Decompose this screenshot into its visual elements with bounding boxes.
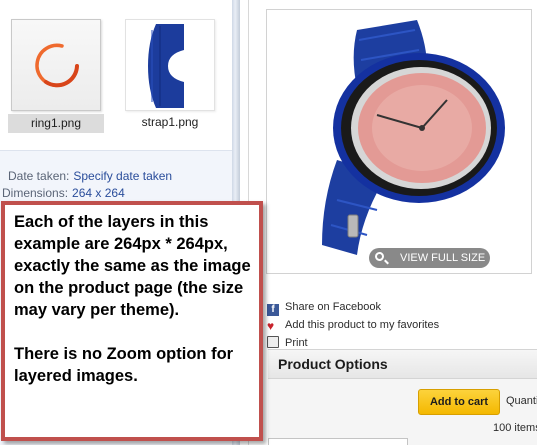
ring-thumbnail-icon — [11, 19, 101, 111]
stock-count: 100 items — [493, 422, 537, 434]
share-facebook-label: Share on Facebook — [285, 301, 382, 313]
add-to-cart-button[interactable]: Add to cart — [418, 389, 500, 415]
add-favorites-label: Add this product to my favorites — [285, 319, 440, 331]
annotation-callout: Each of the layers in this example are 2… — [1, 201, 263, 441]
magnifier-icon — [375, 252, 384, 261]
strap-thumbnail-icon — [125, 19, 215, 111]
file-item-strap1[interactable]: strap1.png — [122, 19, 218, 134]
dimensions-value: 264 x 264 — [72, 186, 125, 200]
product-image-frame[interactable]: VIEW FULL SIZE — [266, 9, 532, 274]
screenshot-root: ring1.png strap1.png Date taken: Specify … — [0, 0, 537, 445]
date-taken-value[interactable]: Specify date taken — [73, 169, 172, 183]
product-options-header: Product Options — [268, 349, 537, 379]
product-page: VIEW FULL SIZE f Share on Facebook ♥ Add t… — [248, 0, 537, 445]
heart-icon: ♥ — [267, 319, 275, 333]
print-label: Print — [285, 337, 308, 349]
file-item-ring1[interactable]: ring1.png — [8, 19, 104, 134]
view-full-size-button[interactable]: VIEW FULL SIZE — [369, 248, 490, 268]
file-name: strap1.png — [141, 115, 199, 129]
date-taken-label: Date taken: — [8, 169, 70, 183]
add-favorites-link[interactable]: ♥ Add this product to my favorites — [267, 319, 439, 332]
view-full-size-label: VIEW FULL SIZE — [400, 252, 486, 264]
file-name: ring1.png — [8, 114, 104, 133]
watch-product-image — [322, 20, 505, 255]
quantity-label: Quanti — [506, 395, 537, 407]
share-facebook-link[interactable]: f Share on Facebook — [267, 301, 381, 316]
file-list: ring1.png strap1.png — [0, 0, 240, 150]
dimensions-label: Dimensions: — [2, 186, 69, 200]
product-options-title: Product Options — [278, 356, 388, 372]
callout-paragraph-2: There is no Zoom option for layered imag… — [14, 345, 234, 385]
date-taken-row: Date taken: Specify date taken — [8, 169, 172, 183]
callout-paragraph-1: Each of the layers in this example are 2… — [14, 213, 251, 319]
printer-icon — [267, 336, 279, 348]
facebook-icon: f — [267, 304, 279, 316]
dimensions-row: Dimensions: 264 x 264 — [2, 186, 125, 200]
print-link[interactable]: Print — [267, 336, 308, 349]
options-input-field[interactable] — [268, 438, 408, 445]
